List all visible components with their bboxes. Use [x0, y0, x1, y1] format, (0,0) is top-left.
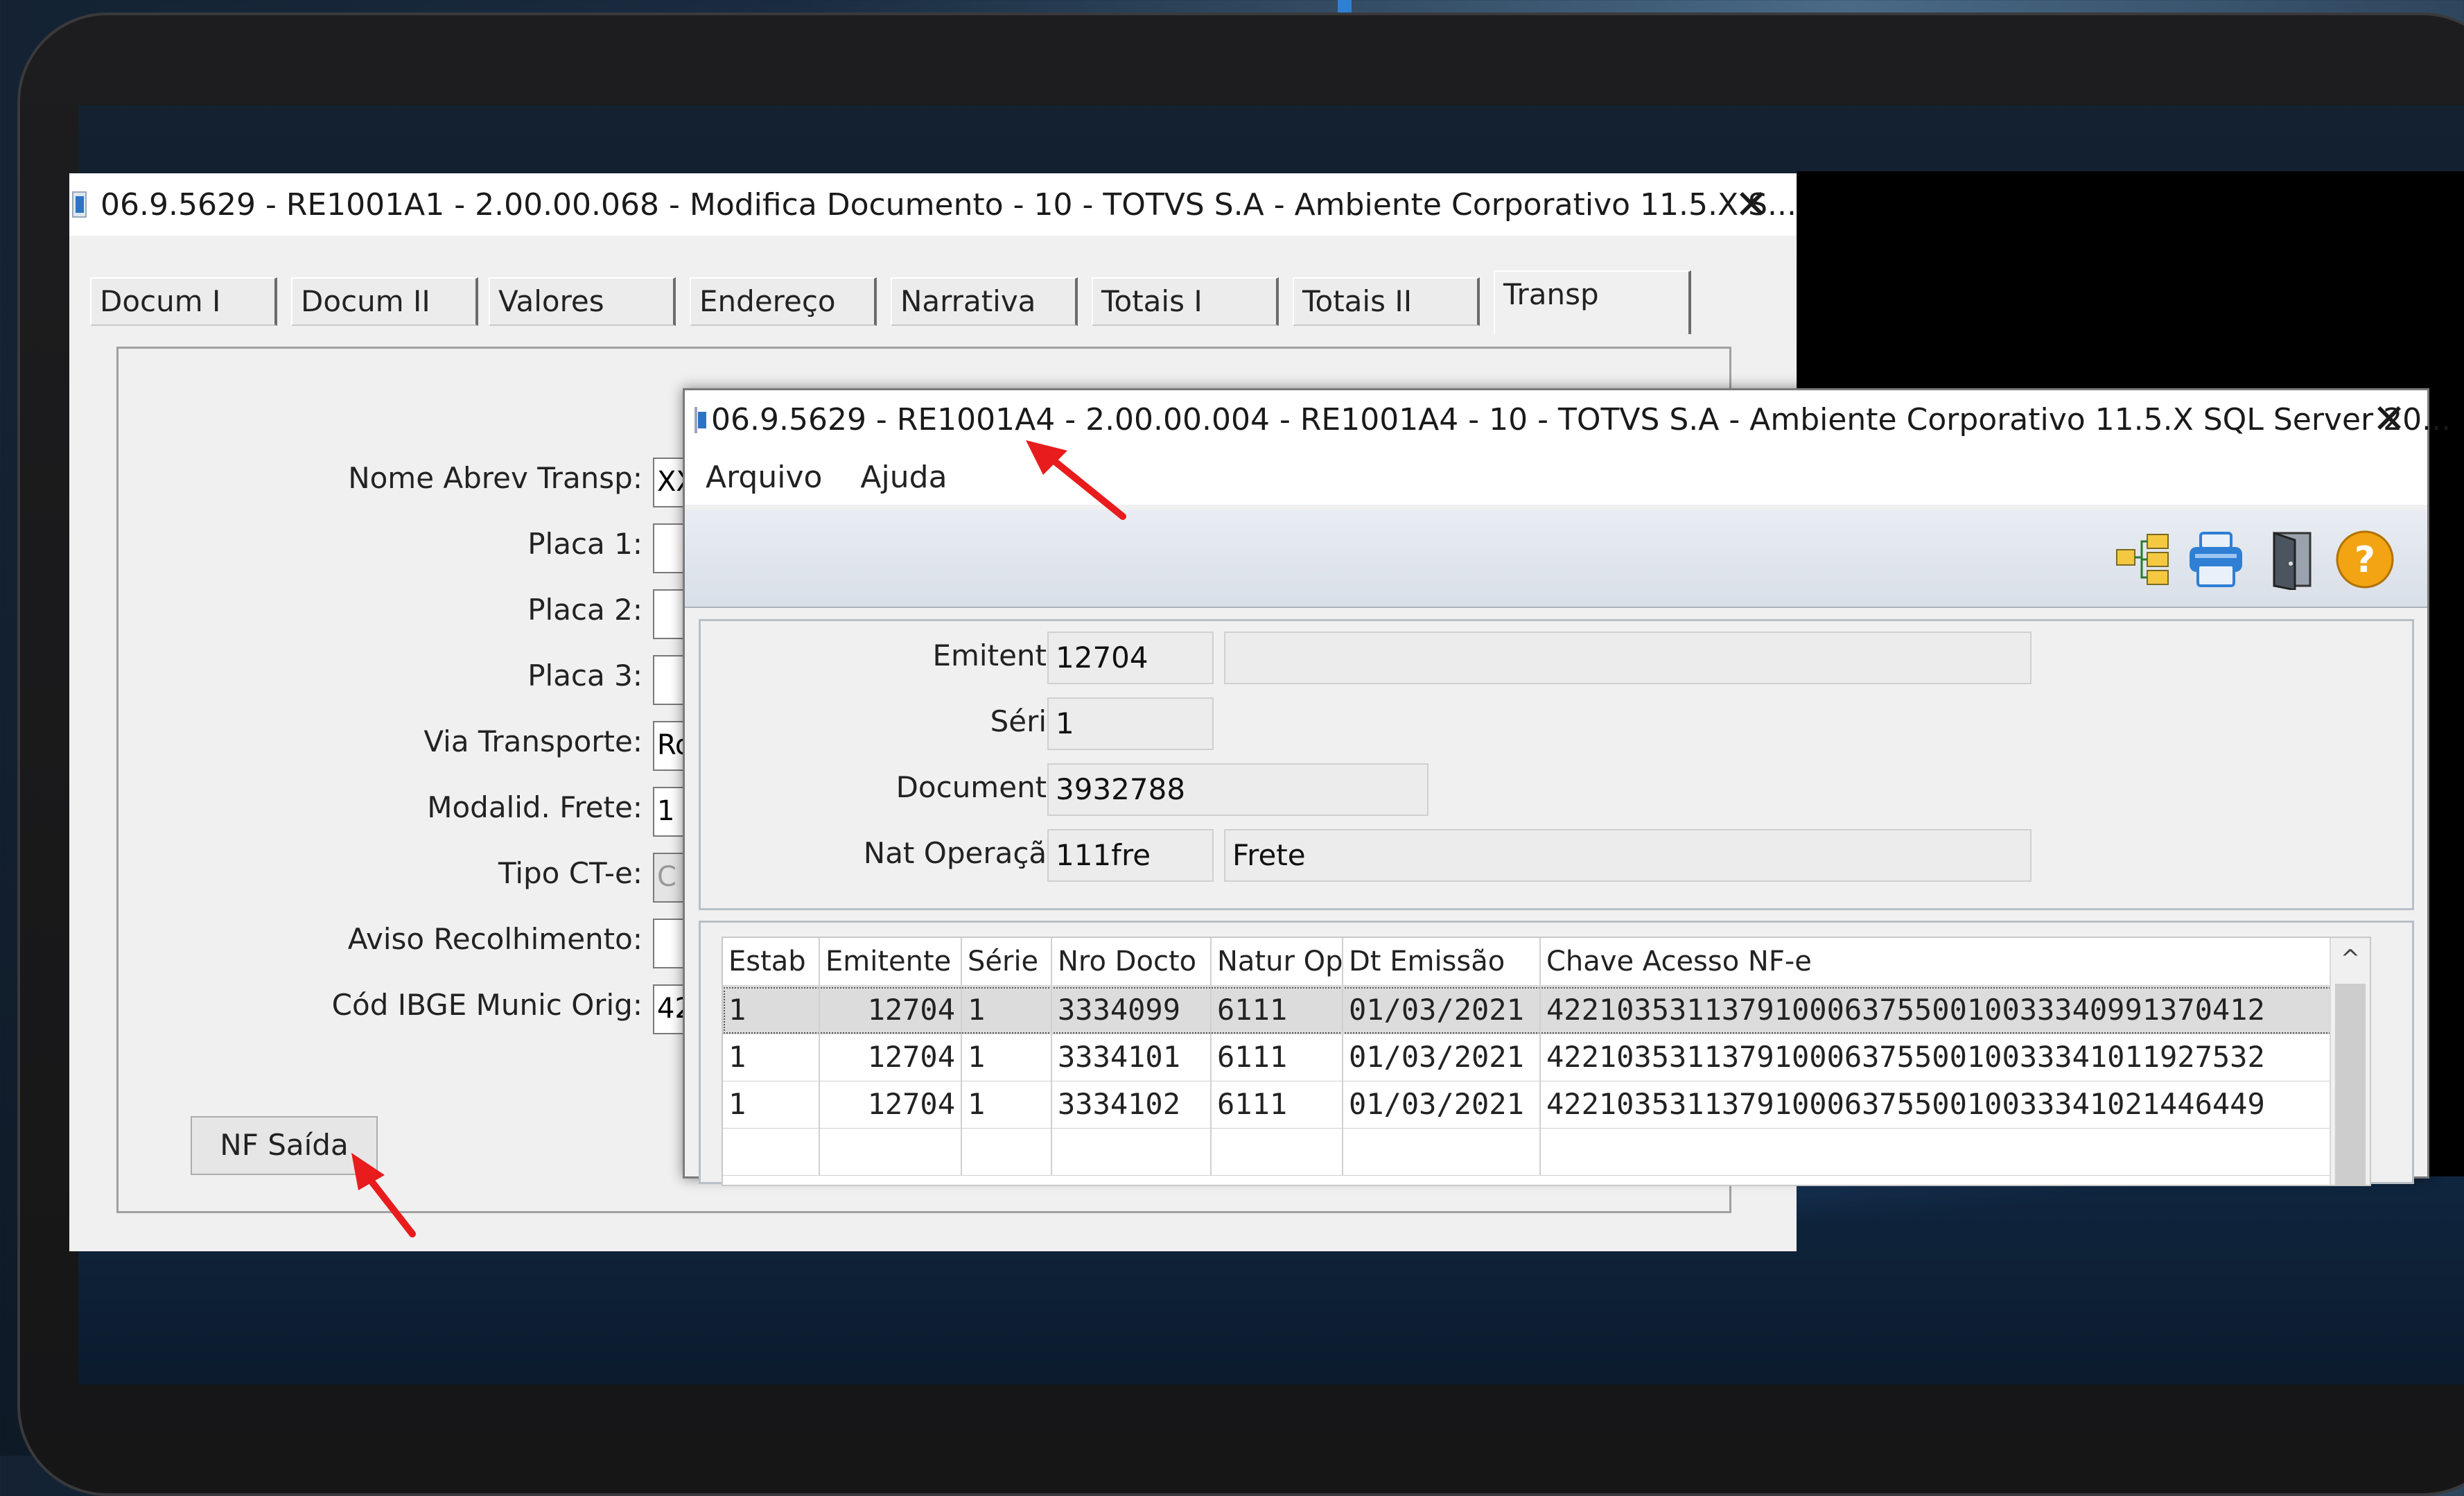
- cell-natur-op: 6111: [1212, 986, 1343, 1034]
- scroll-up-icon[interactable]: ^: [2331, 938, 2370, 980]
- cell-serie: 1: [962, 1081, 1052, 1128]
- cell-empty: [962, 1128, 1052, 1175]
- main-window-title: 06.9.5629 - RE1001A1 - 2.00.00.068 - Mod…: [101, 186, 1797, 223]
- label-nat-operacao: Nat Operação:: [863, 836, 1074, 870]
- dialog-title: 06.9.5629 - RE1001A4 - 2.00.00.004 - RE1…: [711, 402, 2452, 437]
- dialog-toolbar: ?: [685, 510, 2427, 608]
- help-icon-glyph: ?: [2354, 539, 2375, 581]
- cell-chave-acesso: 4221035311379100063755001003334099137041…: [1546, 993, 2265, 1027]
- main-window-close-icon[interactable]: ✕: [1727, 180, 1776, 229]
- tab-totais-i[interactable]: Totais I: [1092, 277, 1279, 326]
- nf-grid-panel: Estab Emitente Série Nro Docto Natur Op …: [699, 921, 2414, 1186]
- nf-saida-dialog: 06.9.5629 - RE1001A4 - 2.00.00.004 - RE1…: [683, 388, 2451, 1186]
- cell-dt-emissao: 01/03/2021: [1343, 1081, 1541, 1128]
- tab-valores[interactable]: Valores: [489, 277, 676, 326]
- label-aviso-recolhimento: Aviso Recolhimento:: [347, 922, 643, 956]
- label-placa-2: Placa 2:: [527, 593, 643, 627]
- cell-empty: [1343, 1128, 1541, 1175]
- help-icon[interactable]: ?: [2334, 529, 2395, 590]
- label-tipo-cte: Tipo CT-e:: [498, 856, 643, 890]
- label-placa-3: Placa 3:: [527, 659, 643, 693]
- cell-estab: 1: [723, 986, 820, 1034]
- input-emitente-desc: [1224, 632, 2032, 684]
- cell-estab: 1: [723, 1034, 820, 1081]
- label-nome-abrev-transp: Nome Abrev Transp:: [348, 461, 643, 495]
- tab-transp[interactable]: Transp: [1494, 270, 1691, 334]
- col-natur-op[interactable]: Natur Op: [1212, 938, 1343, 985]
- input-nat-operacao-desc: Frete: [1224, 829, 2032, 882]
- scrollbar-thumb[interactable]: [2335, 984, 2366, 1185]
- col-serie[interactable]: Série: [962, 938, 1052, 985]
- label-modalid-frete: Modalid. Frete:: [427, 790, 643, 824]
- cell-empty: [1052, 1128, 1212, 1175]
- exit-door-icon[interactable]: [2262, 529, 2323, 590]
- cell-emitente: 12704: [820, 1034, 962, 1081]
- nf-grid: Estab Emitente Série Nro Docto Natur Op …: [722, 937, 2371, 1186]
- main-window-titlebar[interactable]: 06.9.5629 - RE1001A1 - 2.00.00.068 - Mod…: [69, 173, 1797, 236]
- tab-strip: Docum I Docum II Valores Endereço Narrat…: [90, 270, 1754, 334]
- cell-chave-acesso: 4221035311379100063755001003334101192753…: [1546, 1040, 2265, 1074]
- col-dt-emissao[interactable]: Dt Emissão: [1343, 938, 1541, 985]
- cell-nro-docto: 3334102: [1052, 1081, 1212, 1128]
- cell-chave-acesso: 4221035311379100063755001003334102144644…: [1546, 1087, 2265, 1121]
- col-nro-docto[interactable]: Nro Docto: [1052, 938, 1212, 985]
- label-placa-1: Placa 1:: [527, 527, 643, 561]
- cell-empty: [1212, 1128, 1343, 1175]
- table-row[interactable]: 1 12704 1 3334102 6111 01/03/2021 422103…: [723, 1081, 2370, 1129]
- tab-docum-ii[interactable]: Docum II: [291, 277, 478, 326]
- table-row[interactable]: 1 12704 1 3334101 6111 01/03/2021 422103…: [723, 1034, 2370, 1081]
- cell-natur-op: 6111: [1212, 1081, 1343, 1128]
- cell-emitente: 12704: [820, 1081, 962, 1128]
- cell-empty: [820, 1128, 962, 1175]
- dialog-menubar: Arquivo Ajuda: [685, 449, 2427, 505]
- menu-ajuda[interactable]: Ajuda: [860, 460, 947, 495]
- grid-header: Estab Emitente Série Nro Docto Natur Op …: [723, 938, 2370, 986]
- input-serie[interactable]: 1: [1047, 697, 1214, 750]
- dialog-titlebar[interactable]: 06.9.5629 - RE1001A4 - 2.00.00.004 - RE1…: [685, 390, 2451, 449]
- input-emitente[interactable]: 12704: [1047, 632, 1214, 684]
- col-estab[interactable]: Estab: [723, 938, 820, 985]
- cell-dt-emissao: 01/03/2021: [1343, 986, 1541, 1034]
- table-row-empty: [723, 1128, 2370, 1176]
- annotation-arrow-nf-button: [351, 1153, 416, 1237]
- tab-totais-ii[interactable]: Totais II: [1293, 277, 1480, 326]
- col-emitente[interactable]: Emitente: [820, 938, 962, 985]
- cell-emitente: 12704: [820, 986, 962, 1034]
- cell-natur-op: 6111: [1212, 1034, 1343, 1081]
- label-via-transporte: Via Transporte:: [423, 724, 643, 758]
- cell-serie: 1: [962, 986, 1052, 1034]
- tab-narrativa[interactable]: Narrativa: [891, 277, 1078, 326]
- print-icon[interactable]: [2185, 529, 2246, 590]
- label-cod-ibge-munic-orig: Cód IBGE Munic Orig:: [331, 988, 643, 1022]
- dialog-window-icon: [694, 406, 706, 433]
- table-row[interactable]: 1 12704 1 3334099 6111 01/03/2021 422103…: [723, 986, 2370, 1034]
- col-chave-acesso[interactable]: Chave Acesso NF-e: [1541, 938, 2334, 985]
- app-window-icon: [72, 191, 87, 218]
- document-form-panel: Emitente: 12704 Série: 1 Documento: 3932…: [699, 619, 2414, 910]
- cell-serie: 1: [962, 1034, 1052, 1081]
- input-nat-operacao[interactable]: 111fre: [1047, 829, 1214, 882]
- dialog-close-icon[interactable]: ✕: [2365, 394, 2413, 443]
- cell-empty: [723, 1128, 820, 1175]
- annotation-arrow-dialog: [1026, 440, 1126, 520]
- grid-vertical-scrollbar[interactable]: ^: [2330, 938, 2370, 1185]
- tree-view-icon[interactable]: [2113, 529, 2174, 590]
- tab-endereco[interactable]: Endereço: [690, 277, 877, 326]
- cell-nro-docto: 3334101: [1052, 1034, 1212, 1081]
- menu-arquivo[interactable]: Arquivo: [706, 460, 822, 495]
- cell-dt-emissao: 01/03/2021: [1343, 1034, 1541, 1081]
- tab-docum-i[interactable]: Docum I: [90, 277, 277, 326]
- cell-estab: 1: [723, 1081, 820, 1128]
- cell-nro-docto: 3334099: [1052, 986, 1212, 1034]
- input-documento[interactable]: 3932788: [1047, 763, 1428, 816]
